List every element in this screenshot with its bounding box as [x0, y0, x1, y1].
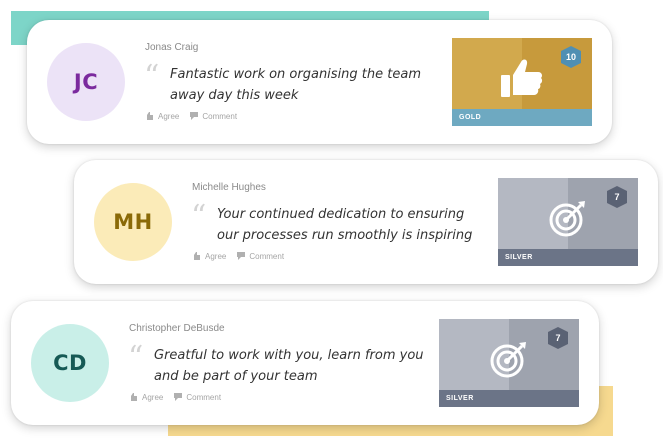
hands-icon: [147, 112, 153, 120]
award-badge: 10 GOLD: [452, 38, 592, 126]
agree-label: Agree: [158, 111, 180, 121]
agree-button[interactable]: Agree: [145, 111, 179, 121]
quote-icon: “: [144, 59, 160, 94]
card-actions: Agree Comment: [192, 251, 284, 261]
award-badge: 7 SILVER: [498, 178, 638, 266]
agree-button[interactable]: Agree: [192, 251, 226, 261]
sender-name: Michelle Hughes: [192, 182, 266, 193]
comment-icon: [190, 112, 199, 120]
award-badge: 7 SILVER: [439, 319, 579, 407]
hands-icon: [131, 393, 137, 401]
recognition-message: Fantastic work on organising the team aw…: [170, 67, 421, 103]
badge-tier: GOLD: [452, 109, 592, 126]
thumbs-up-icon: [501, 59, 543, 97]
avatar: JC: [47, 43, 125, 121]
recognition-card: JC Jonas Craig “ Fantastic work on organ…: [27, 20, 612, 144]
target-icon: [549, 201, 585, 237]
agree-label: Agree: [205, 251, 227, 261]
recognition-message: Greatful to work with you, learn from yo…: [154, 348, 424, 384]
comment-label: Comment: [186, 392, 222, 402]
badge-level: 7: [614, 192, 620, 202]
recognition-message: Your continued dedication to ensuring ou…: [217, 207, 473, 243]
comment-label: Comment: [202, 111, 238, 121]
agree-button[interactable]: Agree: [129, 392, 163, 402]
quote-icon: “: [128, 340, 144, 375]
comment-label: Comment: [249, 251, 285, 261]
badge-tier: SILVER: [498, 249, 638, 266]
badge-tier: SILVER: [439, 390, 579, 407]
recognition-card: CD Christopher DeBusde “ Greatful to wor…: [11, 301, 599, 425]
quote-icon: “: [191, 199, 207, 234]
avatar: MH: [94, 183, 172, 261]
comment-button[interactable]: Comment: [173, 392, 221, 402]
comment-button[interactable]: Comment: [189, 111, 237, 121]
avatar: CD: [31, 324, 109, 402]
target-icon: [490, 342, 526, 378]
comment-icon: [174, 393, 183, 401]
sender-name: Christopher DeBusde: [129, 323, 225, 334]
agree-label: Agree: [142, 392, 164, 402]
comment-icon: [237, 252, 246, 260]
hands-icon: [194, 252, 200, 260]
comment-button[interactable]: Comment: [236, 251, 284, 261]
card-actions: Agree Comment: [145, 111, 237, 121]
badge-level: 10: [565, 52, 576, 62]
badge-level: 7: [555, 333, 561, 343]
recognition-card: MH Michelle Hughes “ Your continued dedi…: [74, 160, 658, 284]
sender-name: Jonas Craig: [145, 42, 199, 53]
card-actions: Agree Comment: [129, 392, 221, 402]
